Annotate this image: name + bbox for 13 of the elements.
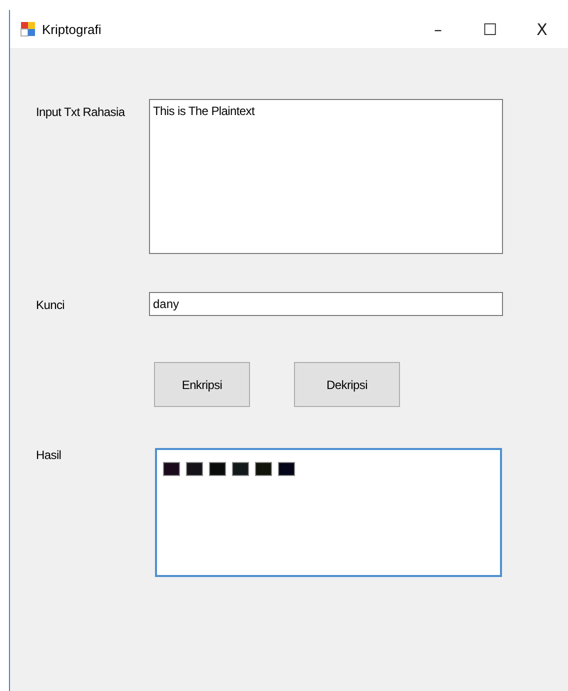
minimize-button[interactable]: – (412, 14, 464, 44)
app-icon (20, 21, 36, 37)
plaintext-field[interactable]: This is The Plaintext (149, 99, 503, 254)
field-label: Input Txt Rahasia (36, 104, 126, 121)
encrypt-button[interactable]: Enkripsi (154, 362, 250, 407)
decrypt-button[interactable]: Dekripsi (294, 362, 400, 407)
window-title: Kriptografi (42, 22, 102, 36)
field-label: Hasil (36, 448, 62, 464)
maximize-button[interactable]: ☐ (464, 14, 516, 44)
close-button[interactable]: X (516, 14, 568, 44)
result-field[interactable] (155, 448, 502, 577)
key-field[interactable]: dany (149, 292, 503, 316)
field-label: Kunci (36, 297, 66, 314)
